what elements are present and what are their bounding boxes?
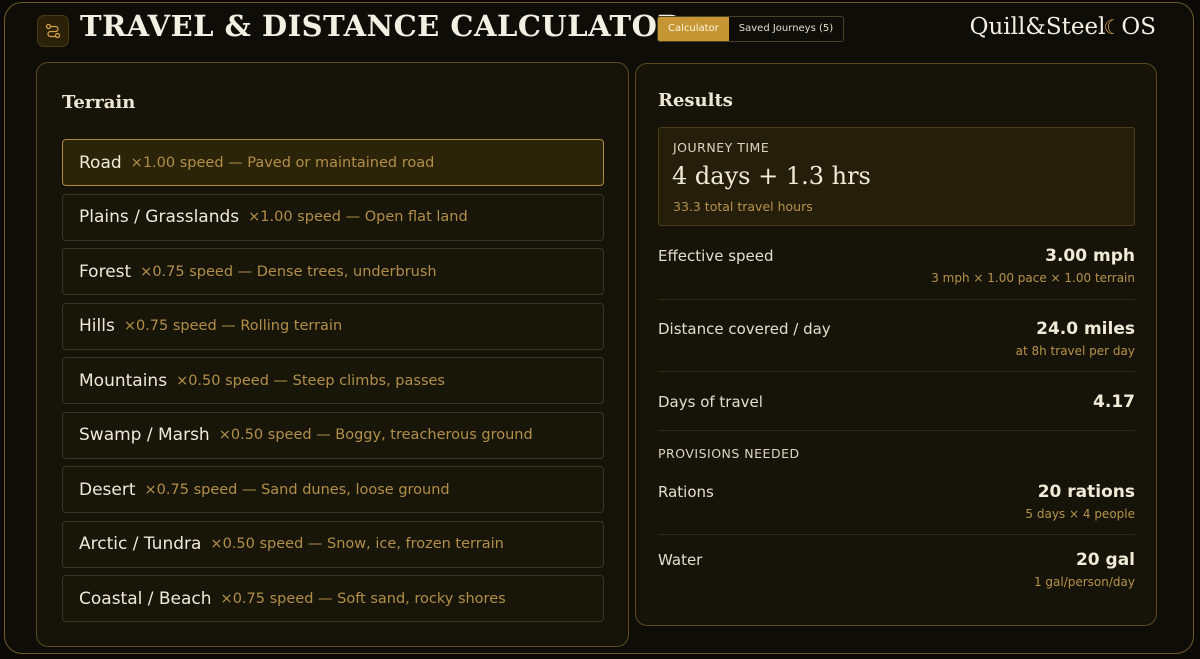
results-panel: Results JOURNEY TIME 4 days + 1.3 hrs 33… [635, 63, 1157, 626]
terrain-name: Plains / Grasslands [79, 207, 240, 227]
terrain-panel: Terrain Road ×1.00 speed — Paved or main… [36, 62, 629, 647]
terrain-name: Hills [79, 316, 115, 336]
days-of-travel-label: Days of travel [658, 393, 763, 411]
terrain-desc: ×0.50 speed — Boggy, treacherous ground [218, 427, 533, 443]
terrain-option-desert[interactable]: Desert ×0.75 speed — Sand dunes, loose g… [62, 466, 604, 513]
water-sub: 1 gal/person/day [1033, 575, 1135, 589]
divider [658, 371, 1135, 372]
divider [658, 299, 1135, 300]
terrain-option-mountains[interactable]: Mountains ×0.50 speed — Steep climbs, pa… [62, 357, 604, 404]
terrain-option-hills[interactable]: Hills ×0.75 speed — Rolling terrain [62, 302, 604, 350]
journey-time-label: JOURNEY TIME [673, 140, 770, 155]
water-value: 20 gal [1075, 550, 1135, 570]
divider [658, 534, 1135, 535]
page-title: TRAVEL & DISTANCE CALCULATOR [80, 9, 682, 43]
rations-label: Rations [658, 483, 714, 501]
terrain-option-arctic[interactable]: Arctic / Tundra ×0.50 speed — Snow, ice,… [62, 520, 604, 568]
brand-suffix: OS [1121, 14, 1156, 40]
distance-per-day-value: 24.0 miles [1036, 319, 1135, 339]
terrain-name: Desert [79, 479, 136, 500]
water-label: Water [658, 551, 703, 569]
days-of-travel-value: 4.17 [1093, 392, 1135, 412]
distance-per-day-sub: at 8h travel per day [1015, 344, 1135, 358]
effective-speed-value: 3.00 mph [1045, 246, 1135, 266]
terrain-desc: ×0.75 speed — Sand dunes, loose ground [144, 481, 450, 498]
header: TRAVEL & DISTANCE CALCULATOR Calculator … [0, 0, 1200, 58]
terrain-name: Swamp / Marsh [79, 425, 210, 445]
tab-saved-journeys[interactable]: Saved Journeys (5) [729, 17, 843, 41]
terrain-desc: ×1.00 speed — Paved or maintained road [130, 154, 435, 171]
distance-per-day-label: Distance covered / day [658, 320, 831, 338]
terrain-name: Road [79, 152, 122, 173]
effective-speed-label: Effective speed [658, 247, 774, 265]
route-icon[interactable] [37, 15, 69, 47]
terrain-name: Mountains [79, 370, 168, 391]
results-heading: Results [658, 90, 733, 111]
provisions-heading: PROVISIONS NEEDED [658, 446, 800, 461]
divider [658, 430, 1135, 431]
terrain-option-forest[interactable]: Forest ×0.75 speed — Dense trees, underb… [62, 248, 604, 295]
journey-time-card: JOURNEY TIME 4 days + 1.3 hrs 33.3 total… [658, 127, 1135, 226]
terrain-desc: ×0.75 speed — Dense trees, underbrush [140, 263, 437, 280]
effective-speed-sub: 3 mph × 1.00 pace × 1.00 terrain [931, 271, 1135, 285]
terrain-option-plains[interactable]: Plains / Grasslands ×1.00 speed — Open f… [62, 193, 604, 241]
terrain-name: Coastal / Beach [79, 588, 212, 609]
terrain-desc: ×1.00 speed — Open flat land [248, 209, 468, 225]
journey-time-value: 4 days + 1.3 hrs [672, 162, 871, 190]
terrain-name: Forest [79, 261, 132, 282]
terrain-option-road[interactable]: Road ×1.00 speed — Paved or maintained r… [62, 139, 604, 186]
terrain-list: Road ×1.00 speed — Paved or maintained r… [62, 139, 604, 630]
terrain-option-swamp[interactable]: Swamp / Marsh ×0.50 speed — Boggy, treac… [62, 411, 604, 459]
terrain-desc: ×0.50 speed — Steep climbs, passes [176, 372, 445, 389]
terrain-desc: ×0.75 speed — Rolling terrain [123, 318, 343, 334]
tab-calculator[interactable]: Calculator [658, 17, 729, 41]
terrain-name: Arctic / Tundra [79, 534, 202, 554]
terrain-option-coastal[interactable]: Coastal / Beach ×0.75 speed — Soft sand,… [62, 575, 604, 622]
rations-sub: 5 days × 4 people [1025, 507, 1135, 521]
view-tabs: Calculator Saved Journeys (5) [657, 16, 845, 42]
terrain-desc: ×0.75 speed — Soft sand, rocky shores [220, 590, 506, 607]
terrain-desc: ×0.50 speed — Snow, ice, frozen terrain [210, 536, 504, 552]
brand-logo: Quill&Steel ☾ OS [970, 14, 1156, 40]
terrain-heading: Terrain [62, 92, 136, 113]
crescent-moon-icon: ☾ [1103, 15, 1122, 39]
brand-name: Quill&Steel [969, 14, 1106, 40]
rations-value: 20 rations [1037, 482, 1135, 502]
journey-time-sub: 33.3 total travel hours [673, 199, 813, 214]
